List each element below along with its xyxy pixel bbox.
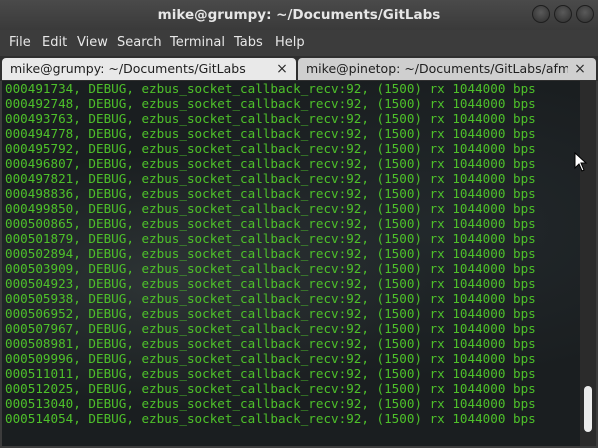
- terminal-output[interactable]: 000491734, DEBUG, ezbus_socket_callback_…: [2, 81, 580, 446]
- close-tab-icon[interactable]: ×: [274, 58, 290, 80]
- scrollbar[interactable]: [580, 81, 596, 446]
- tab-bar: mike@grumpy: ~/Documents/GitLabs × mike@…: [0, 56, 598, 81]
- menu-tabs[interactable]: Tabs: [234, 30, 263, 56]
- terminal-line: 000492748, DEBUG, ezbus_socket_callback_…: [5, 96, 536, 111]
- minimize-button[interactable]: [532, 5, 550, 23]
- terminal-line: 000504923, DEBUG, ezbus_socket_callback_…: [5, 276, 536, 291]
- maximize-button[interactable]: [554, 5, 572, 23]
- terminal-line: 000507967, DEBUG, ezbus_socket_callback_…: [5, 321, 536, 336]
- terminal-line: 000505938, DEBUG, ezbus_socket_callback_…: [5, 291, 536, 306]
- close-window-button[interactable]: [576, 5, 594, 23]
- terminal-line: 000493763, DEBUG, ezbus_socket_callback_…: [5, 111, 536, 126]
- terminal-line: 000508981, DEBUG, ezbus_socket_callback_…: [5, 336, 536, 351]
- menu-bar: File Edit View Search Terminal Tabs Help: [0, 30, 598, 56]
- menu-search[interactable]: Search: [117, 30, 162, 56]
- mouse-pointer-icon: [574, 152, 588, 172]
- terminal-lines: 000491734, DEBUG, ezbus_socket_callback_…: [5, 81, 536, 426]
- terminal-line: 000511011, DEBUG, ezbus_socket_callback_…: [5, 366, 536, 381]
- terminal-line: 000506952, DEBUG, ezbus_socket_callback_…: [5, 306, 536, 321]
- terminal-line: 000495792, DEBUG, ezbus_socket_callback_…: [5, 141, 536, 156]
- terminal-line: 000513040, DEBUG, ezbus_socket_callback_…: [5, 396, 536, 411]
- terminal-line: 000500865, DEBUG, ezbus_socket_callback_…: [5, 216, 536, 231]
- menu-edit[interactable]: Edit: [42, 30, 67, 56]
- terminal-line: 000509996, DEBUG, ezbus_socket_callback_…: [5, 351, 536, 366]
- terminal-line: 000501879, DEBUG, ezbus_socket_callback_…: [5, 231, 536, 246]
- menu-help[interactable]: Help: [275, 30, 305, 56]
- window-title: mike@grumpy: ~/Documents/GitLabs: [157, 7, 441, 23]
- menu-view[interactable]: View: [77, 30, 108, 56]
- title-bar[interactable]: mike@grumpy: ~/Documents/GitLabs: [0, 0, 598, 30]
- terminal-line: 000497821, DEBUG, ezbus_socket_callback_…: [5, 171, 536, 186]
- tab-label: mike@grumpy: ~/Documents/GitLabs: [10, 61, 246, 76]
- terminal-line: 000503909, DEBUG, ezbus_socket_callback_…: [5, 261, 536, 276]
- tab-pinetop[interactable]: mike@pinetop: ~/Documents/GitLabs/afm-1……: [298, 58, 596, 80]
- scrollbar-thumb[interactable]: [584, 386, 592, 432]
- tab-label: mike@pinetop: ~/Documents/GitLabs/afm-1…: [306, 61, 568, 76]
- terminal-line: 000499850, DEBUG, ezbus_socket_callback_…: [5, 201, 536, 216]
- tab-grumpy[interactable]: mike@grumpy: ~/Documents/GitLabs ×: [2, 58, 296, 80]
- menu-file[interactable]: File: [9, 30, 31, 56]
- terminal-line: 000514054, DEBUG, ezbus_socket_callback_…: [5, 411, 536, 426]
- menu-terminal[interactable]: Terminal: [170, 30, 225, 56]
- terminal-line: 000494778, DEBUG, ezbus_socket_callback_…: [5, 126, 536, 141]
- terminal-line: 000496807, DEBUG, ezbus_socket_callback_…: [5, 156, 536, 171]
- terminal-line: 000498836, DEBUG, ezbus_socket_callback_…: [5, 186, 536, 201]
- terminal-line: 000491734, DEBUG, ezbus_socket_callback_…: [5, 81, 536, 96]
- terminal-line: 000502894, DEBUG, ezbus_socket_callback_…: [5, 246, 536, 261]
- close-tab-icon[interactable]: ×: [572, 58, 588, 80]
- terminal-line: 000512025, DEBUG, ezbus_socket_callback_…: [5, 381, 536, 396]
